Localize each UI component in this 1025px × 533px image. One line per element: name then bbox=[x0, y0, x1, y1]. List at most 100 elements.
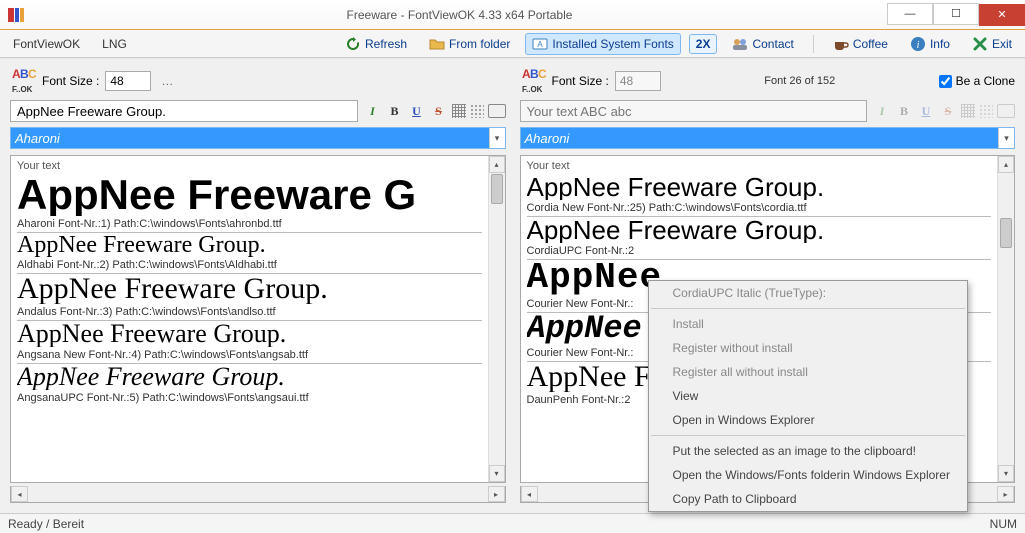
format-bar-left: I B U S bbox=[364, 102, 506, 120]
font-meta: Aldhabi Font-Nr.:2) Path:C:\windows\Font… bbox=[17, 257, 482, 274]
font-meta: Cordia New Font-Nr.:25) Path:C:\windows\… bbox=[527, 200, 992, 217]
ctx-copy-path[interactable]: Copy Path to Clipboard bbox=[649, 487, 967, 511]
font-sample[interactable]: AppNee Freeware Group. bbox=[527, 217, 992, 243]
strike-button[interactable]: S bbox=[430, 102, 448, 120]
font-selector-text: Aharoni bbox=[11, 128, 489, 148]
font-list-left: Your text AppNee Freeware GAharoni Font-… bbox=[10, 155, 506, 483]
clone-label: Be a Clone bbox=[956, 74, 1015, 88]
scroll-right-button[interactable]: ▸ bbox=[997, 486, 1014, 502]
ctx-put-image-clipboard[interactable]: Put the selected as an image to the clip… bbox=[649, 439, 967, 463]
system-fonts-icon: A bbox=[532, 36, 548, 52]
exit-button[interactable]: Exit bbox=[965, 33, 1019, 55]
info-button[interactable]: i Info bbox=[903, 33, 957, 55]
maximize-button[interactable]: ☐ bbox=[933, 3, 979, 25]
ctx-register-all-without-install[interactable]: Register all without install bbox=[649, 360, 967, 384]
font-sample[interactable]: AppNee Freeware Group. bbox=[17, 274, 482, 304]
font-list-inner-left[interactable]: Your text AppNee Freeware GAharoni Font-… bbox=[11, 156, 488, 482]
window-controls: — ☐ ✕ bbox=[887, 4, 1025, 26]
font-sample[interactable]: AppNee Freeware Group. bbox=[17, 321, 482, 347]
contact-label: Contact bbox=[752, 37, 793, 51]
ctx-register-without-install[interactable]: Register without install bbox=[649, 336, 967, 360]
bold-button[interactable]: B bbox=[386, 102, 404, 120]
font-selector-right[interactable]: Aharoni ▾ bbox=[520, 127, 1016, 149]
titlebar: Freeware - FontViewOK 4.33 x64 Portable … bbox=[0, 0, 1025, 30]
clone-check-input[interactable] bbox=[939, 75, 952, 88]
bg-color-button[interactable] bbox=[470, 104, 484, 118]
window-title: Freeware - FontViewOK 4.33 x64 Portable bbox=[32, 8, 887, 22]
strike-button: S bbox=[939, 102, 957, 120]
two-x-button[interactable]: 2X bbox=[689, 34, 718, 54]
font-size-label-right: Font Size : bbox=[552, 74, 609, 88]
scroll-down-button[interactable]: ▾ bbox=[489, 465, 505, 482]
sample-text-input[interactable] bbox=[10, 100, 358, 122]
font-selector-text: Aharoni bbox=[521, 128, 999, 148]
more-dots[interactable]: … bbox=[157, 74, 177, 88]
font-meta: Andalus Font-Nr.:3) Path:C:\windows\Font… bbox=[17, 304, 482, 321]
font-size-label: Font Size : bbox=[42, 74, 99, 88]
vertical-scrollbar-right[interactable]: ▴ ▾ bbox=[997, 156, 1014, 482]
coffee-icon bbox=[833, 36, 849, 52]
menu-fontviewok[interactable]: FontViewOK bbox=[6, 34, 87, 54]
ctx-divider bbox=[651, 308, 965, 309]
close-button[interactable]: ✕ bbox=[979, 4, 1025, 26]
svg-text:A: A bbox=[538, 40, 544, 49]
context-menu: CordiaUPC Italic (TrueType): Install Reg… bbox=[648, 280, 968, 512]
toolbar: FontViewOK LNG Refresh From folder A Ins… bbox=[0, 30, 1025, 58]
installed-fonts-label: Installed System Fonts bbox=[552, 37, 673, 51]
font-sample[interactable]: AppNee Freeware Group. bbox=[527, 174, 992, 200]
font-meta: Angsana New Font-Nr.:4) Path:C:\windows\… bbox=[17, 347, 482, 364]
refresh-label: Refresh bbox=[365, 37, 407, 51]
refresh-button[interactable]: Refresh bbox=[338, 33, 414, 55]
font-sample[interactable]: AppNee Freeware G bbox=[17, 174, 482, 216]
scroll-down-button[interactable]: ▾ bbox=[998, 465, 1014, 482]
ctx-divider bbox=[651, 435, 965, 436]
app-icon bbox=[6, 6, 26, 24]
coffee-button[interactable]: Coffee bbox=[826, 33, 895, 55]
font-meta: CordiaUPC Font-Nr.:2 bbox=[527, 243, 992, 260]
menu-lng[interactable]: LNG bbox=[95, 34, 134, 54]
exit-label: Exit bbox=[992, 37, 1012, 51]
scroll-left-button[interactable]: ◂ bbox=[11, 486, 28, 502]
contact-button[interactable]: Contact bbox=[725, 33, 800, 55]
horizontal-scrollbar-left[interactable]: ◂ ▸ bbox=[10, 486, 506, 503]
print-button[interactable] bbox=[488, 104, 506, 118]
scroll-thumb[interactable] bbox=[491, 174, 503, 204]
svg-text:C: C bbox=[28, 67, 36, 81]
italic-button[interactable]: I bbox=[364, 102, 382, 120]
font-selector-left[interactable]: Aharoni ▾ bbox=[10, 127, 506, 149]
font-meta: Aharoni Font-Nr.:1) Path:C:\windows\Font… bbox=[17, 216, 482, 233]
contact-icon bbox=[732, 36, 748, 52]
font-sample[interactable]: AppNee Freeware Group. bbox=[17, 364, 482, 390]
be-a-clone-checkbox[interactable]: Be a Clone bbox=[939, 74, 1015, 88]
from-folder-button[interactable]: From folder bbox=[422, 33, 517, 55]
scroll-right-button[interactable]: ▸ bbox=[488, 486, 505, 502]
italic-button: I bbox=[873, 102, 891, 120]
panel-logo-left: ABCF..OK bbox=[10, 66, 36, 96]
scroll-up-button[interactable]: ▴ bbox=[998, 156, 1014, 173]
chevron-down-icon[interactable]: ▾ bbox=[489, 128, 505, 148]
print-button bbox=[997, 104, 1015, 118]
font-meta: AngsanaUPC Font-Nr.:5) Path:C:\windows\F… bbox=[17, 390, 482, 406]
font-sample[interactable]: AppNee Freeware Group. bbox=[17, 233, 482, 257]
vertical-scrollbar-left[interactable]: ▴ ▾ bbox=[488, 156, 505, 482]
font-size-input[interactable] bbox=[105, 71, 151, 91]
ctx-open-explorer[interactable]: Open in Windows Explorer bbox=[649, 408, 967, 432]
minimize-button[interactable]: — bbox=[887, 3, 933, 25]
ctx-header: CordiaUPC Italic (TrueType): bbox=[649, 281, 967, 305]
underline-button[interactable]: U bbox=[408, 102, 426, 120]
folder-icon bbox=[429, 36, 445, 52]
refresh-icon bbox=[345, 36, 361, 52]
chevron-down-icon[interactable]: ▾ bbox=[998, 128, 1014, 148]
your-text-header: Your text bbox=[527, 158, 992, 174]
main-area: ABCF..OK Font Size : … I B U S Aharoni ▾ bbox=[0, 58, 1025, 513]
ctx-view[interactable]: View bbox=[649, 384, 967, 408]
bg-color-button bbox=[979, 104, 993, 118]
installed-fonts-button[interactable]: A Installed System Fonts bbox=[525, 33, 680, 55]
ctx-open-fonts-folder[interactable]: Open the Windows/Fonts folderin Windows … bbox=[649, 463, 967, 487]
color-grid-button[interactable] bbox=[452, 104, 466, 118]
bold-button: B bbox=[895, 102, 913, 120]
scroll-thumb[interactable] bbox=[1000, 218, 1012, 248]
scroll-left-button[interactable]: ◂ bbox=[521, 486, 538, 502]
scroll-up-button[interactable]: ▴ bbox=[489, 156, 505, 173]
ctx-install[interactable]: Install bbox=[649, 312, 967, 336]
